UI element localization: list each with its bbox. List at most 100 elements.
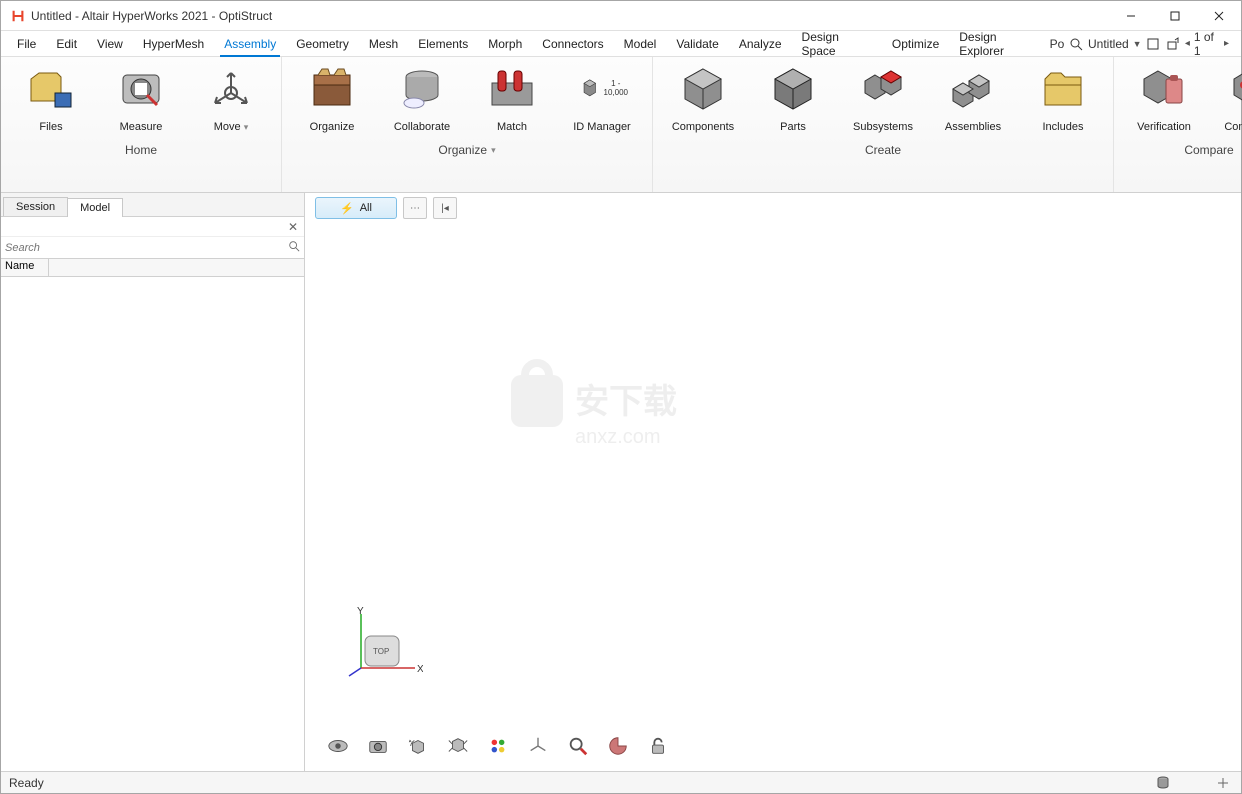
- match-icon: [486, 63, 538, 115]
- ribbon-group-compare: Verification Comparison Compare: [1114, 57, 1242, 192]
- verification-button[interactable]: Verification: [1126, 63, 1202, 133]
- organize-button[interactable]: Organize: [294, 63, 370, 133]
- menu-optimize[interactable]: Optimize: [882, 31, 949, 56]
- parts-button[interactable]: Parts: [755, 63, 831, 133]
- menu-assembly[interactable]: Assembly: [214, 31, 286, 56]
- search-icon[interactable]: [1068, 35, 1084, 53]
- render-icon[interactable]: [605, 733, 631, 759]
- menu-validate[interactable]: Validate: [666, 31, 728, 56]
- collaborate-button[interactable]: Collaborate: [384, 63, 460, 133]
- selector-more-button[interactable]: ⋯: [403, 197, 427, 219]
- ribbon-group-create: Components Parts Subsystems Assemblies I…: [653, 57, 1114, 192]
- comparison-label: Comparison: [1224, 121, 1242, 133]
- window-title: Untitled - Altair HyperWorks 2021 - Opti…: [31, 9, 272, 23]
- view-triad[interactable]: Y X TOP: [343, 606, 423, 691]
- includes-label: Includes: [1043, 121, 1084, 133]
- comparison-button[interactable]: Comparison: [1216, 63, 1242, 133]
- column-name[interactable]: Name: [1, 259, 49, 276]
- export-icon[interactable]: [1165, 35, 1181, 53]
- organize-label: Organize: [310, 121, 355, 133]
- menu-file[interactable]: File: [7, 31, 46, 56]
- svg-text:X: X: [417, 664, 423, 675]
- subsystems-button[interactable]: Subsystems: [845, 63, 921, 133]
- menu-morph[interactable]: Morph: [478, 31, 532, 56]
- menu-view[interactable]: View: [87, 31, 133, 56]
- menu-hypermesh[interactable]: HyperMesh: [133, 31, 214, 56]
- selector-all[interactable]: ⚡All: [315, 197, 397, 219]
- watermark: 安下载 anxz.com: [505, 353, 725, 468]
- lock-icon[interactable]: [645, 733, 671, 759]
- zoom-icon[interactable]: [565, 733, 591, 759]
- chevron-down-icon[interactable]: ▾: [491, 145, 496, 156]
- status-db-icon[interactable]: [1153, 774, 1173, 792]
- square-icon[interactable]: [1146, 35, 1162, 53]
- files-icon: [25, 63, 77, 115]
- comparison-icon: [1228, 63, 1242, 115]
- menu-mesh[interactable]: Mesh: [359, 31, 408, 56]
- ribbon-group-compare-label: Compare: [1184, 143, 1233, 157]
- app-logo-icon: [11, 9, 25, 23]
- match-button[interactable]: Match: [474, 63, 550, 133]
- menu-analyze[interactable]: Analyze: [729, 31, 792, 56]
- page-next-icon[interactable]: ▸: [1224, 38, 1229, 49]
- titlebar: Untitled - Altair HyperWorks 2021 - Opti…: [1, 1, 1241, 31]
- match-label: Match: [497, 121, 527, 133]
- files-button[interactable]: Files: [13, 63, 89, 133]
- components-icon: [677, 63, 729, 115]
- menu-design-explorer[interactable]: Design Explorer: [949, 31, 1049, 56]
- bolt-icon: ⚡: [340, 202, 354, 215]
- viewport[interactable]: ⚡All ⋯ |◂ 安下载 anxz.com Y X: [305, 193, 1241, 771]
- verification-icon: [1138, 63, 1190, 115]
- camera-icon[interactable]: [365, 733, 391, 759]
- includes-button[interactable]: Includes: [1025, 63, 1101, 133]
- settings-corner-icon[interactable]: [1213, 774, 1233, 792]
- document-name[interactable]: Untitled: [1088, 37, 1129, 51]
- search-icon[interactable]: [288, 239, 300, 257]
- axes-icon[interactable]: [525, 733, 551, 759]
- minimize-button[interactable]: [1109, 2, 1153, 30]
- selector-first-button[interactable]: |◂: [433, 197, 457, 219]
- close-button[interactable]: [1197, 2, 1241, 30]
- ribbon-group-home-label: Home: [125, 143, 157, 157]
- collaborate-icon: [396, 63, 448, 115]
- tab-model[interactable]: Model: [67, 198, 123, 217]
- menu-connectors[interactable]: Connectors: [532, 31, 613, 56]
- svg-text:TOP: TOP: [373, 647, 389, 656]
- measure-button[interactable]: Measure: [103, 63, 179, 133]
- svg-text:anxz.com: anxz.com: [575, 426, 661, 448]
- close-panel-icon[interactable]: ✕: [288, 220, 298, 234]
- components-button[interactable]: Components: [665, 63, 741, 133]
- eye-icon[interactable]: [325, 733, 351, 759]
- palette-icon[interactable]: [485, 733, 511, 759]
- chevron-down-icon[interactable]: ▼: [1133, 39, 1142, 49]
- menu-edit[interactable]: Edit: [46, 31, 87, 56]
- menu-overflow-text: Po: [1050, 37, 1065, 51]
- measure-label: Measure: [120, 121, 163, 133]
- view-tools: [325, 733, 671, 759]
- collaborate-label: Collaborate: [394, 121, 450, 133]
- menu-elements[interactable]: Elements: [408, 31, 478, 56]
- ribbon-group-create-label: Create: [865, 143, 901, 157]
- svg-text:安下载: 安下载: [575, 383, 677, 421]
- model-tree[interactable]: [1, 277, 304, 771]
- fit-icon[interactable]: [445, 733, 471, 759]
- menu-design-space[interactable]: Design Space: [792, 31, 882, 56]
- menu-model[interactable]: Model: [614, 31, 667, 56]
- page-indicator: 1 of 1: [1194, 30, 1220, 58]
- assemblies-button[interactable]: Assemblies: [935, 63, 1011, 133]
- rotate-icon[interactable]: [405, 733, 431, 759]
- components-label: Components: [672, 121, 734, 133]
- maximize-button[interactable]: [1153, 2, 1197, 30]
- tab-session[interactable]: Session: [3, 197, 68, 216]
- files-label: Files: [39, 121, 62, 133]
- move-button[interactable]: Move ▾: [193, 63, 269, 133]
- status-text: Ready: [9, 776, 44, 790]
- search-input[interactable]: [5, 242, 288, 254]
- id-manager-button[interactable]: 1 - 10,000 ID Manager: [564, 63, 640, 133]
- parts-icon: [767, 63, 819, 115]
- organize-icon: [306, 63, 358, 115]
- verification-label: Verification: [1137, 121, 1191, 133]
- page-prev-icon[interactable]: ◂: [1185, 38, 1190, 49]
- menu-geometry[interactable]: Geometry: [286, 31, 359, 56]
- parts-label: Parts: [780, 121, 806, 133]
